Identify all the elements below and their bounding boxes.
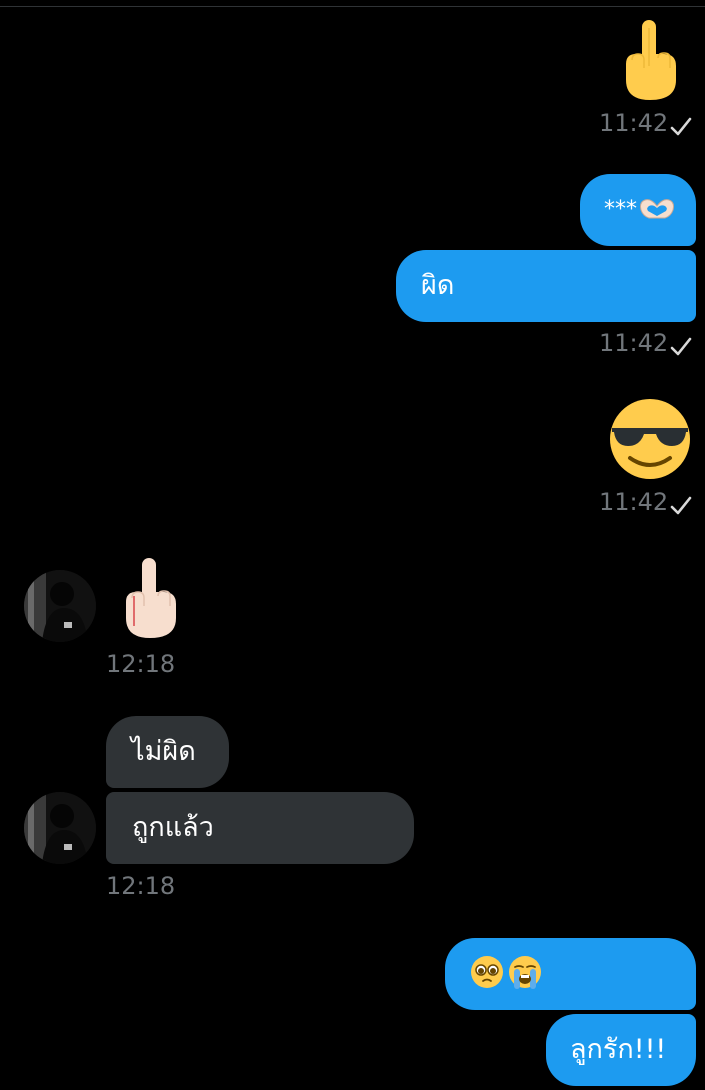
contact-avatar[interactable]: [24, 570, 96, 642]
message-text: ***: [604, 197, 637, 222]
timestamp: 11:42: [599, 109, 669, 137]
timestamp: 12:18: [106, 650, 176, 678]
loudly-crying-face-icon: [509, 955, 541, 989]
incoming-message-bubble[interactable]: ไม่ผิด: [106, 716, 229, 788]
outgoing-message-bubble[interactable]: [445, 938, 696, 1010]
sent-check-icon: [670, 337, 692, 356]
heart-hands-icon: [640, 198, 674, 218]
top-divider: [0, 6, 705, 7]
pleading-face-icon: [471, 955, 503, 988]
message-text: ไม่ผิด: [131, 736, 196, 767]
message-emoji-middle-finger[interactable]: [618, 18, 682, 102]
message-emoji-sunglasses[interactable]: [608, 398, 692, 480]
timestamp: 11:42: [599, 488, 669, 516]
message-text: ถูกแล้ว: [132, 812, 214, 843]
sunglasses-face-icon: [610, 399, 690, 479]
middle-finger-light-skin-icon: [126, 558, 176, 638]
contact-avatar[interactable]: [24, 792, 96, 864]
outgoing-message-bubble[interactable]: ผิด: [396, 250, 696, 322]
middle-finger-yellow-icon: [626, 20, 676, 100]
message-text: ลูกรัก!!!: [570, 1034, 667, 1065]
incoming-message-bubble[interactable]: ถูกแล้ว: [106, 792, 414, 864]
outgoing-message-bubble[interactable]: ***: [580, 174, 696, 246]
timestamp: 11:42: [599, 329, 669, 357]
outgoing-message-bubble[interactable]: ลูกรัก!!!: [546, 1014, 696, 1086]
sent-check-icon: [670, 117, 692, 136]
message-emoji-middle-finger[interactable]: [118, 556, 182, 640]
avatar-photo: [24, 792, 96, 864]
avatar-photo: [24, 570, 96, 642]
message-text: ผิด: [421, 270, 455, 301]
timestamp: 12:18: [106, 872, 176, 900]
sent-check-icon: [670, 496, 692, 515]
